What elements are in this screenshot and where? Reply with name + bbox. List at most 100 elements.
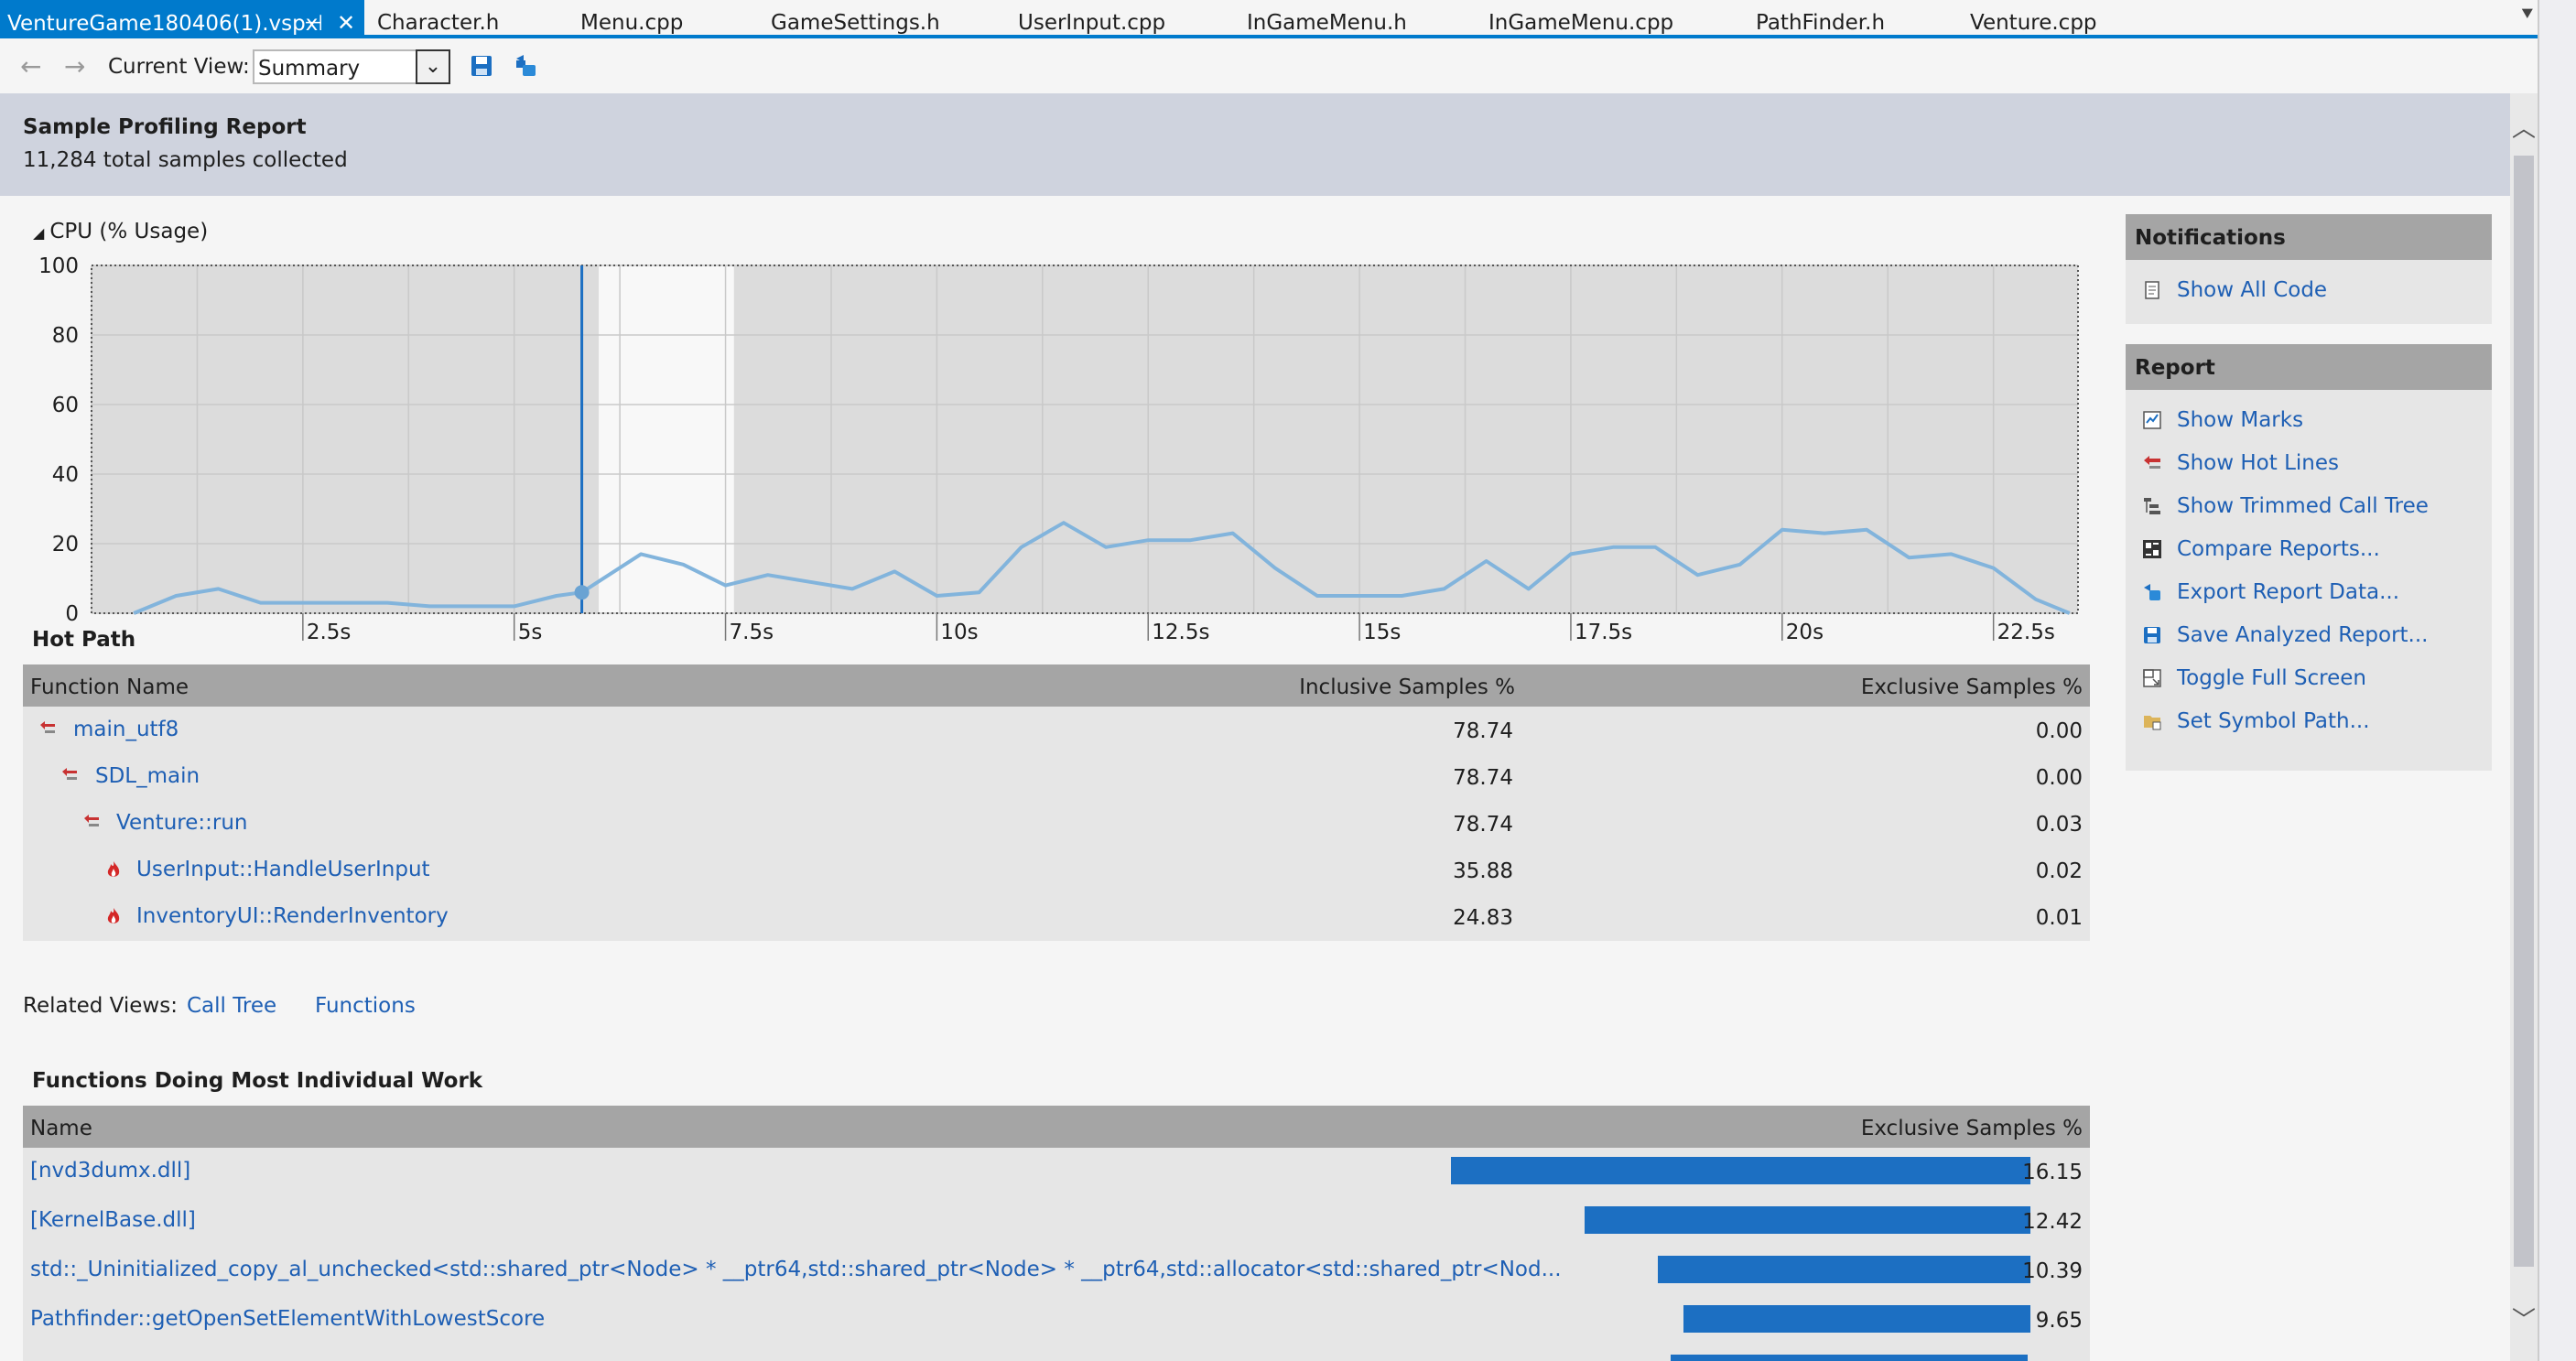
column-header-exclusive-samples[interactable]: Exclusive Samples % bbox=[1861, 1117, 2083, 1140]
exclusive-value: 9.65 bbox=[2035, 1309, 2083, 1333]
vertical-scrollbar[interactable]: ︿ ﹀ bbox=[2510, 93, 2538, 1361]
exclusive-value: 0.00 bbox=[2035, 719, 2083, 743]
table-row[interactable]: SDL_main 78.74 0.00 bbox=[23, 753, 2090, 800]
compare-reports-link[interactable]: Compare Reports... bbox=[2126, 534, 2492, 570]
scrollbar-thumb[interactable] bbox=[2514, 156, 2534, 1267]
back-arrow-icon[interactable]: ← bbox=[20, 51, 41, 81]
table-row[interactable]: InventoryUI::RenderInventory 24.83 0.01 bbox=[23, 893, 2090, 940]
tab-gamesettings-h[interactable]: GameSettings.h bbox=[771, 0, 940, 35]
show-hot-lines-link[interactable]: Show Hot Lines bbox=[2126, 448, 2492, 484]
exclusive-value: 12.42 bbox=[2022, 1210, 2083, 1234]
inclusive-value: 78.74 bbox=[1453, 719, 1513, 743]
show-all-code-link[interactable]: Show All Code bbox=[2126, 275, 2492, 311]
column-header-exclusive-samples[interactable]: Exclusive Samples % bbox=[1861, 675, 2083, 699]
show-marks-link[interactable]: Show Marks bbox=[2126, 405, 2492, 441]
inclusive-value: 35.88 bbox=[1453, 859, 1513, 883]
function-name: main_utf8 bbox=[73, 718, 179, 741]
toolbar: ← → Current View: Summary ⌄ bbox=[0, 42, 2554, 93]
folder-icon bbox=[2144, 716, 2161, 730]
show-marks-label: Show Marks bbox=[2177, 408, 2304, 432]
function-name: Pathfinder::getOpenSetElementWithLowestS… bbox=[30, 1307, 546, 1331]
current-view-value: Summary bbox=[258, 57, 361, 81]
tab-menu-cpp[interactable]: Menu.cpp bbox=[580, 0, 683, 35]
tab-venture-cpp[interactable]: Venture.cpp bbox=[1970, 0, 2097, 35]
table-row[interactable]: UserInput::HandleUserInput 35.88 0.02 bbox=[23, 847, 2090, 893]
toggle-full-screen-link[interactable]: Toggle Full Screen bbox=[2126, 663, 2492, 699]
tab-label: VentureGame180406(1).vspx bbox=[7, 12, 319, 36]
collapse-triangle-icon[interactable]: ◢ bbox=[33, 224, 44, 242]
call-tree-icon bbox=[2144, 498, 2160, 514]
marks-icon bbox=[2143, 411, 2161, 429]
chevron-down-icon[interactable]: ⌄ bbox=[416, 49, 450, 84]
tab-overflow-dropdown-icon[interactable]: ⯆ bbox=[2519, 4, 2536, 27]
y-tick-label: 0 bbox=[65, 602, 79, 626]
function-name: UserInput::HandleUserInput bbox=[136, 858, 430, 881]
tab-label: UserInput.cpp bbox=[1018, 11, 1166, 35]
y-tick-label: 60 bbox=[52, 394, 79, 417]
individual-work-title: Functions Doing Most Individual Work bbox=[32, 1069, 483, 1093]
tab-label: InGameMenu.cpp bbox=[1488, 11, 1674, 35]
x-tick-label: 17.5s bbox=[1575, 621, 1632, 644]
close-icon[interactable]: ✕ bbox=[337, 0, 355, 46]
x-tick-label: 10s bbox=[940, 621, 978, 644]
table-row[interactable]: Pathfinder::getOpenSetElementWithLowestS… bbox=[23, 1296, 2090, 1345]
exclusive-samples-bar bbox=[1658, 1256, 2030, 1283]
column-header-function-name[interactable]: Function Name bbox=[30, 675, 189, 699]
exclusive-value: 0.00 bbox=[2035, 766, 2083, 790]
tab-ingamemenu-h[interactable]: InGameMenu.h bbox=[1247, 0, 1407, 35]
show-all-code-label: Show All Code bbox=[2177, 278, 2328, 302]
table-row[interactable]: main_utf8 78.74 0.00 bbox=[23, 707, 2090, 753]
compare-icon bbox=[2143, 540, 2161, 558]
save-icon bbox=[2144, 627, 2160, 643]
functions-link[interactable]: Functions bbox=[315, 994, 416, 1018]
export-report-data-label: Export Report Data... bbox=[2177, 580, 2400, 604]
pin-icon[interactable]: ⊣ bbox=[304, 0, 323, 46]
tab-label: InGameMenu.h bbox=[1247, 11, 1407, 35]
function-name: Venture::run bbox=[116, 811, 248, 835]
inclusive-value: 78.74 bbox=[1453, 813, 1513, 837]
function-name: [KernelBase.dll] bbox=[30, 1208, 196, 1232]
table-row-partial bbox=[23, 1345, 2090, 1361]
save-analyzed-report-label: Save Analyzed Report... bbox=[2177, 623, 2429, 647]
hot-path-arrow-icon bbox=[84, 815, 99, 826]
tab-pathfinder-h[interactable]: PathFinder.h bbox=[1756, 0, 1885, 35]
tab-venturegame-vspx[interactable]: VentureGame180406(1).vspx ⊣ ✕ bbox=[0, 0, 364, 36]
tab-label: PathFinder.h bbox=[1756, 11, 1886, 35]
set-symbol-path-link[interactable]: Set Symbol Path... bbox=[2126, 706, 2492, 742]
table-row[interactable]: Venture::run 78.74 0.03 bbox=[23, 800, 2090, 847]
table-row[interactable]: [nvd3dumx.dll] 16.15 bbox=[23, 1148, 2090, 1197]
show-trimmed-call-tree-link[interactable]: Show Trimmed Call Tree bbox=[2126, 491, 2492, 527]
y-tick-label: 20 bbox=[52, 533, 79, 556]
function-name: SDL_main bbox=[95, 764, 200, 788]
function-name: InventoryUI::RenderInventory bbox=[136, 904, 449, 928]
cpu-chart-title[interactable]: ◢ CPU (% Usage) bbox=[33, 220, 208, 243]
notifications-panel: Notifications Show All Code bbox=[2126, 214, 2492, 324]
column-header-inclusive-samples[interactable]: Inclusive Samples % bbox=[1299, 675, 1515, 699]
function-name: [nvd3dumx.dll] bbox=[30, 1159, 191, 1183]
export-report-data-link[interactable]: Export Report Data... bbox=[2126, 577, 2492, 613]
call-tree-link[interactable]: Call Tree bbox=[187, 994, 276, 1018]
table-row[interactable]: std::_Uninitialized_copy_al_unchecked<st… bbox=[23, 1247, 2090, 1296]
table-row[interactable]: [KernelBase.dll] 12.42 bbox=[23, 1197, 2090, 1247]
current-view-dropdown[interactable]: Summary ⌄ bbox=[253, 49, 450, 84]
partial-bar bbox=[1671, 1355, 2028, 1361]
scroll-down-icon[interactable]: ﹀ bbox=[2512, 1302, 2536, 1335]
scroll-up-icon[interactable]: ︿ bbox=[2512, 110, 2536, 144]
save-analyzed-report-link[interactable]: Save Analyzed Report... bbox=[2126, 620, 2492, 656]
tab-character-h[interactable]: Character.h bbox=[377, 0, 499, 35]
tab-userinput-cpp[interactable]: UserInput.cpp bbox=[1018, 0, 1165, 35]
y-tick-label: 80 bbox=[52, 324, 79, 348]
column-header-name[interactable]: Name bbox=[30, 1117, 92, 1140]
individual-work-header: Name Exclusive Samples % bbox=[23, 1106, 2090, 1148]
tab-ingamemenu-cpp[interactable]: InGameMenu.cpp bbox=[1488, 0, 1673, 35]
save-icon[interactable] bbox=[469, 53, 494, 79]
export-icon[interactable] bbox=[513, 53, 538, 79]
forward-arrow-icon[interactable]: → bbox=[64, 51, 85, 81]
x-tick-label: 20s bbox=[1786, 621, 1824, 644]
hot-path-title: Hot Path bbox=[32, 628, 136, 652]
toggle-full-screen-label: Toggle Full Screen bbox=[2177, 666, 2366, 690]
adjacent-tool-window-edge bbox=[2538, 0, 2576, 1361]
individual-work-table: [nvd3dumx.dll] 16.15 [KernelBase.dll] 12… bbox=[23, 1148, 2090, 1361]
set-symbol-path-label: Set Symbol Path... bbox=[2177, 709, 2370, 733]
x-tick-label: 15s bbox=[1363, 621, 1401, 644]
